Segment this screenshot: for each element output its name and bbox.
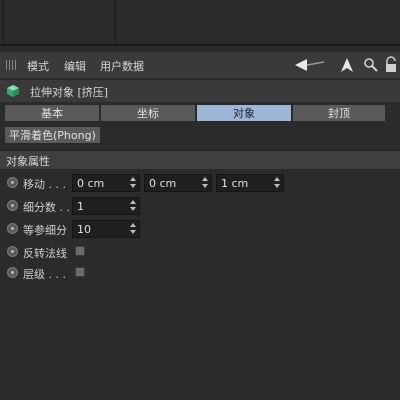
property-label: 层级 . . . [23, 268, 66, 281]
animate-radio[interactable] [7, 200, 18, 211]
tab-caps[interactable]: 封顶 [292, 104, 386, 122]
tab-object[interactable]: 对象 [196, 104, 292, 122]
animate-radio[interactable] [7, 177, 18, 188]
section-title: 对象属性 [6, 155, 50, 168]
property-row-move: 移动 . . . 0 cm 0 cm 1 cm [0, 173, 400, 193]
menu-modes[interactable]: 模式 [27, 58, 49, 74]
divider [0, 44, 400, 46]
subdivision-field[interactable]: 1 [72, 197, 140, 215]
move-x-field[interactable]: 0 cm [72, 174, 140, 192]
back-arrow-icon[interactable] [294, 56, 328, 74]
extrude-cube-icon [7, 85, 19, 97]
attribute-menubar: 模式 编辑 用户数据 [0, 52, 400, 79]
cursor-icon[interactable] [338, 56, 356, 74]
property-label: 细分数 . . [23, 201, 70, 214]
object-header: 拉伸对象 [挤压] [0, 80, 400, 102]
property-label: 反转法线 [23, 247, 67, 260]
spinner-icon[interactable] [130, 177, 136, 189]
spinner-icon[interactable] [274, 177, 280, 189]
property-row-flip-normals: 反转法线 [0, 242, 400, 262]
object-title: 拉伸对象 [挤压] [30, 86, 109, 99]
property-label: 移动 . . . [23, 178, 66, 191]
tab-phong[interactable]: 平滑着色(Phong) [4, 126, 101, 144]
section-header: 对象属性 [0, 150, 400, 169]
grip-handle-icon[interactable] [6, 60, 18, 70]
menu-edit[interactable]: 编辑 [64, 58, 86, 74]
tab-coord[interactable]: 坐标 [100, 104, 196, 122]
animate-radio[interactable] [7, 267, 18, 278]
move-z-field[interactable]: 1 cm [216, 174, 284, 192]
divider [115, 0, 116, 46]
animate-radio[interactable] [7, 246, 18, 257]
property-row-hierarchical: 层级 . . . [0, 263, 400, 283]
property-label: 等参细分 [23, 224, 67, 237]
isoparm-field[interactable]: 10 [72, 220, 140, 238]
lock-icon[interactable] [382, 56, 400, 74]
flip-normals-checkbox[interactable] [75, 246, 85, 256]
spinner-icon[interactable] [130, 200, 136, 212]
search-icon[interactable] [362, 56, 380, 74]
property-row-subdivision: 细分数 . . 1 [0, 196, 400, 216]
animate-radio[interactable] [7, 223, 18, 234]
divider [3, 0, 4, 46]
tab-bar: 基本 坐标 对象 封顶 [4, 104, 386, 124]
move-y-field[interactable]: 0 cm [144, 174, 212, 192]
spinner-icon[interactable] [202, 177, 208, 189]
tab-basic[interactable]: 基本 [4, 104, 100, 122]
viewport-area [0, 0, 400, 46]
spinner-icon[interactable] [130, 223, 136, 235]
menu-user-data[interactable]: 用户数据 [100, 58, 144, 74]
hierarchical-checkbox[interactable] [75, 267, 85, 277]
property-row-isoparm: 等参细分 10 [0, 219, 400, 239]
